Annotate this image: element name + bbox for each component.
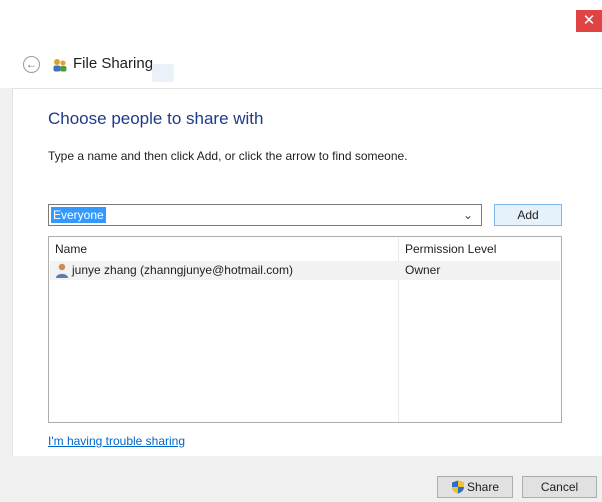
add-button[interactable]: Add [494, 204, 562, 226]
cancel-button[interactable]: Cancel [522, 476, 597, 498]
footer-bar: Share Cancel [0, 456, 602, 502]
back-button[interactable]: ← [23, 56, 40, 73]
share-button-label: Share [466, 480, 500, 494]
trouble-sharing-link[interactable]: I'm having trouble sharing [48, 434, 185, 448]
uac-shield-icon [451, 480, 464, 494]
drag-ghost [152, 64, 174, 82]
user-icon [56, 263, 68, 278]
page-heading: Choose people to share with [48, 109, 264, 128]
nav-title: File Sharing [73, 55, 154, 72]
content-panel: Choose people to share with Type a name … [12, 88, 602, 456]
file-sharing-icon [53, 59, 67, 72]
title-bar: ✕ [0, 0, 602, 40]
people-combobox[interactable]: Everyone ⌄ [48, 204, 482, 226]
navigation-bar: ← File Sharing [0, 40, 602, 88]
column-header-permission[interactable]: Permission Level [405, 237, 496, 261]
share-button[interactable]: Share [437, 476, 513, 498]
sharing-table: Name Permission Level junye zhang (zhann… [48, 236, 562, 423]
chevron-down-icon[interactable]: ⌄ [463, 207, 473, 223]
user-name-cell: junye zhang (zhanngjunye@hotmail.com) [72, 263, 293, 277]
column-header-name[interactable]: Name [55, 237, 87, 261]
table-row[interactable]: junye zhang (zhanngjunye@hotmail.com) Ow… [50, 261, 560, 280]
combobox-value[interactable]: Everyone [51, 207, 106, 223]
instructions-text: Type a name and then click Add, or click… [48, 149, 408, 163]
close-button[interactable]: ✕ [576, 10, 602, 32]
file-sharing-window: ✕ ← File Sharing Choose people to share … [0, 0, 602, 502]
permission-cell[interactable]: Owner [405, 261, 440, 280]
